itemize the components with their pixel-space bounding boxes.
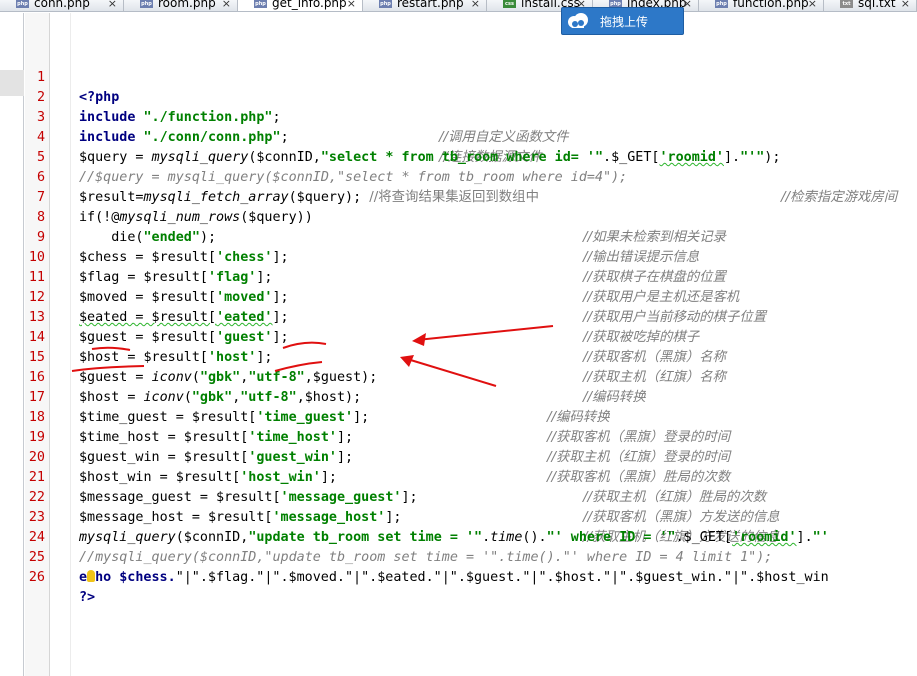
keyword: ho $chess. [95,570,176,585]
php-file-icon: php [379,0,392,8]
tab-label: get_info.php [272,0,347,10]
code-line-26: 26 ?> [25,548,917,605]
tab-label: room.php [158,0,216,10]
php-file-icon: php [140,0,153,8]
code-line-13: 13 $guest = $result['guest']; //获取客机（黑旗）… [25,288,917,365]
tab-conn-php[interactable]: php conn.php × [0,0,124,11]
editor-window: php conn.php × php room.php × php get_in… [0,0,917,676]
line-number: 26 [28,570,45,585]
close-icon[interactable]: × [901,0,910,10]
tab-function-php[interactable]: php function.php × [699,0,824,11]
code-line-12: 12 $eated = $result['eated']; //获取被吃掉的棋子 [25,268,917,345]
close-icon[interactable]: × [471,0,480,10]
code-line-11: 11 $moved = $result['moved']; //获取用户当前移动… [25,248,917,325]
tab-room-php[interactable]: php room.php × [124,0,238,11]
keyword: e [79,570,88,585]
code-line-25: 25 e ho $chess."|".$flag."|".$moved."|".$… [25,528,917,585]
code-editor[interactable]: 1 <?php 2 include "./function.php"; //调用… [25,13,917,676]
tab-sql-txt[interactable]: txt sql.txt × [824,0,917,11]
tab-label: restart.php [397,0,464,10]
code-line-24: 24 //mysqli_query($connID,"update tb_roo… [25,508,917,565]
code-line-18: 18 $time_host = $result['time_host']; //… [25,388,917,465]
php-close-tag: ?> [79,590,96,605]
code-line-22: 22 $message_host = $result['message_host… [25,468,917,545]
lightbulb-icon[interactable] [87,570,96,582]
code-text: "|".$flag."|".$moved."|".$eated."|".$gue… [175,570,829,585]
tab-label: conn.php [34,0,90,10]
close-icon[interactable]: × [222,0,231,10]
code-line-6: 6 $result=mysqli_fetch_array($query); //… [25,148,917,205]
close-icon[interactable]: × [347,0,356,10]
code-line-21: 21 $message_guest = $result['message_gue… [25,448,917,525]
code-line-16: 16 $host = iconv("gbk","utf-8",$host); /… [25,348,917,425]
cloud-icon [566,11,590,31]
code-line-23: 23 mysqli_query($connID,"update tb_room … [25,488,917,545]
tab-restart-php[interactable]: php restart.php × [363,0,487,11]
side-panel-item[interactable] [0,70,24,96]
tab-bar: php conn.php × php room.php × php get_in… [0,0,917,12]
code-line-4: 4 $query = mysqli_query($connID,"select … [25,108,917,165]
tab-label: sql.txt [858,0,896,10]
css-file-icon: css [503,0,516,8]
code-line-9: 9 $chess = $result['chess']; //获取棋子在棋盘的位… [25,208,917,285]
close-icon[interactable]: × [683,0,692,10]
php-file-icon: php [715,0,728,8]
txt-file-icon: txt [840,0,853,8]
code-line-17: 17 $time_guest = $result['time_guest']; … [25,368,917,445]
code-line-7: 7 if(!@mysqli_num_rows($query)) //如果未检索到… [25,168,917,245]
close-icon[interactable]: × [108,0,117,10]
drag-upload-button[interactable]: 拖拽上传 [561,7,684,35]
code-line-14: 14 $host = $result['host']; //获取主机（红旗）名称 [25,308,917,385]
side-panel [0,13,24,676]
upload-label: 拖拽上传 [600,14,649,29]
tab-get-info-php[interactable]: php get_info.php × [238,0,363,11]
code-line-15: 15 $guest = iconv("gbk","utf-8",$guest);… [25,328,917,405]
code-line-10: 10 $flag = $result['flag']; //获取用户是主机还是客… [25,228,917,305]
code-line-20: 20 $host_win = $result['host_win']; //获取… [25,428,917,505]
code-line-5: 5 //$query = mysqli_query($connID,"selec… [25,128,917,205]
code-line-19: 19 $guest_win = $result['guest_win']; //… [25,408,917,485]
code-line-1: 1 <?php [25,48,917,105]
php-file-icon: php [16,0,29,8]
php-file-icon: php [254,0,267,8]
tab-label: function.php [733,0,809,10]
code-line-3: 3 include "./conn/conn.php"; //连接数据源文件 [25,88,917,165]
code-line-8: 8 die("ended"); //输出错误提示信息 [25,188,917,265]
close-icon[interactable]: × [808,0,817,10]
code-line-2: 2 include "./function.php"; //调用自定义函数文件 [25,68,917,145]
